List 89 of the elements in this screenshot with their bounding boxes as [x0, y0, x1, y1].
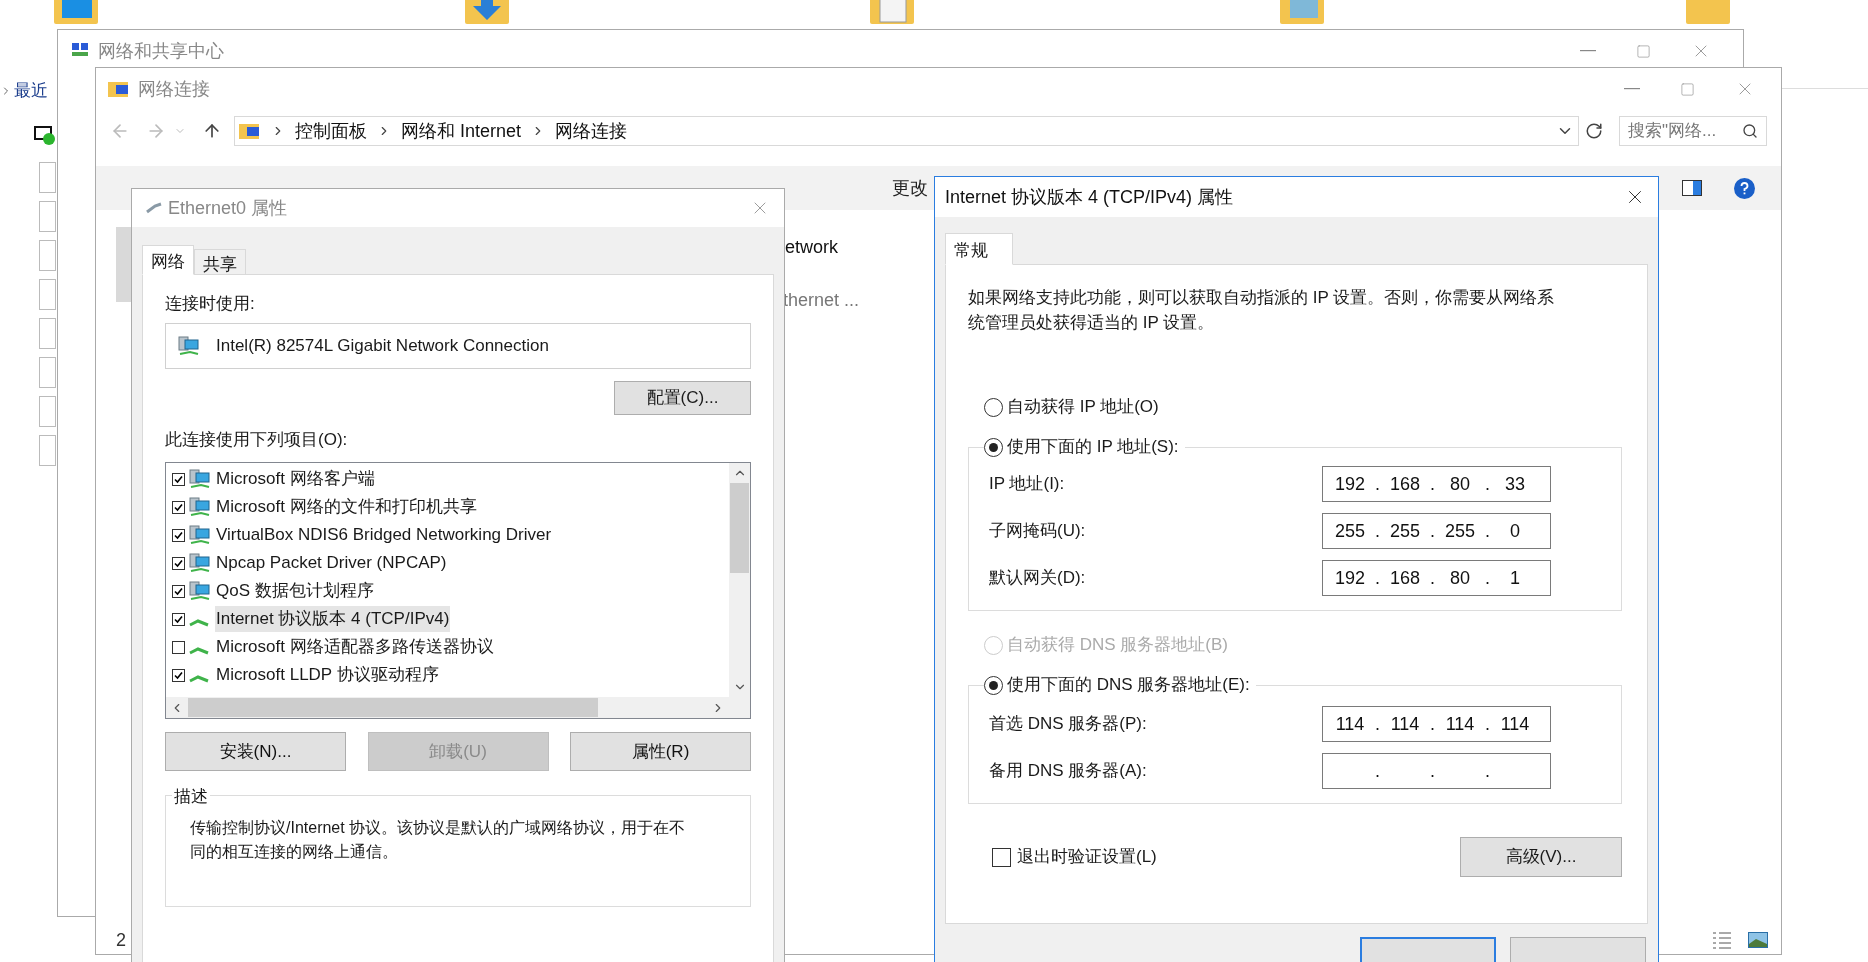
network-computer-icon: [189, 525, 211, 545]
dns-address-field[interactable]: 114 . 114 . 114 . 114: [1322, 706, 1551, 742]
maximize-icon: [1680, 81, 1695, 97]
help-icon[interactable]: [1734, 177, 1755, 199]
preview-pane-icon[interactable]: [1682, 180, 1702, 196]
network-computer-icon: [189, 553, 211, 573]
dns-address-field[interactable]: . . .: [1322, 753, 1551, 789]
configure-button[interactable]: 配置(C)...: [614, 380, 751, 415]
network-cable-icon: [146, 202, 162, 214]
dialog-title: Ethernet0 属性: [168, 196, 288, 220]
nav-item[interactable]: 最近: [14, 78, 48, 104]
checkbox[interactable]: [172, 528, 185, 542]
radio-button[interactable]: [984, 675, 1003, 695]
field-label: 备用 DNS 服务器(A):: [989, 760, 1147, 783]
network-cable-icon: [189, 647, 209, 655]
field-label: 首选 DNS 服务器(P):: [989, 713, 1147, 736]
status-item-count: 2: [116, 929, 126, 952]
checkbox[interactable]: [172, 584, 185, 598]
breadcrumb-item[interactable]: 控制面板: [295, 117, 367, 145]
option-label: 使用下面的 IP 地址(S):: [1007, 436, 1179, 459]
large-icons-view-icon[interactable]: [1748, 932, 1768, 948]
option-label: 自动获得 IP 地址(O): [1007, 396, 1159, 419]
network-computer-icon: [189, 581, 211, 601]
checkbox[interactable]: [172, 472, 185, 486]
tab[interactable]: 网络: [142, 245, 194, 275]
action-button[interactable]: 安装(N)...: [165, 732, 346, 771]
ip-address-field[interactable]: 255 . 255 . 255 . 0: [1322, 513, 1551, 549]
checkbox[interactable]: [992, 847, 1011, 867]
field-label: IP 地址(I):: [989, 473, 1065, 496]
ip-address-field[interactable]: 192 . 168 . 80 . 1: [1322, 560, 1551, 596]
tab[interactable]: 共享: [194, 249, 246, 275]
connection-name: etwork: [785, 236, 838, 259]
section-label: 此连接使用下列项目(O):: [165, 428, 349, 451]
scrollbar-thumb[interactable]: [188, 698, 598, 717]
search-field[interactable]: 搜索"网络...: [1619, 116, 1767, 146]
folder-icon: [1686, 0, 1730, 24]
connection-status: thernet ...: [783, 289, 860, 312]
window-title: 网络连接: [138, 77, 210, 101]
list-item[interactable]: Microsoft 网络的文件和打印机共享: [215, 494, 478, 520]
field-label: 子网掩码(U):: [989, 520, 1086, 543]
network-folder-icon: [239, 121, 261, 141]
intro-text: 如果网络支持此功能，则可以获取自动指派的 IP 设置。否则，你需要从网络系统管理员处获得适当的 IP 设置。: [968, 287, 1556, 334]
tab[interactable]: 常规: [945, 233, 1013, 265]
search-icon[interactable]: [1742, 123, 1758, 139]
list-item[interactable]: Npcap Packet Driver (NPCAP): [215, 550, 448, 576]
network-status-icon: [34, 124, 56, 146]
network-computer-icon: [189, 497, 211, 517]
breadcrumb-item[interactable]: 网络和 Internet: [401, 117, 522, 145]
list-item[interactable]: QoS 数据包计划程序: [215, 578, 375, 604]
checkbox[interactable]: [172, 500, 185, 514]
network-cable-icon: [189, 675, 209, 683]
option-label: 使用下面的 DNS 服务器地址(E):: [1007, 674, 1250, 697]
list-item[interactable]: Microsoft 网络客户端: [215, 466, 376, 492]
action-button[interactable]: 属性(R): [570, 732, 751, 771]
checkbox[interactable]: [172, 640, 185, 654]
section-label: 连接时使用:: [165, 293, 256, 315]
option-label: 自动获得 DNS 服务器地址(B): [1007, 634, 1228, 657]
list-item[interactable]: Microsoft 网络适配器多路传送器协议: [215, 634, 495, 660]
network-folder-icon: [108, 79, 130, 99]
toolbar-item[interactable]: 更改: [892, 174, 928, 202]
checkbox[interactable]: [172, 556, 185, 570]
network-cable-icon: [189, 619, 209, 627]
radio-button[interactable]: [984, 397, 1003, 417]
checkbox-label: 退出时验证设置(L): [1017, 846, 1157, 869]
list-item[interactable]: Internet 协议版本 4 (TCP/IPv4): [215, 606, 451, 632]
radio-button[interactable]: [984, 437, 1003, 457]
list-item[interactable]: VirtualBox NDIS6 Bridged Networking Driver: [215, 522, 553, 548]
ip-address-field[interactable]: 192 . 168 . 80 . 33: [1322, 466, 1551, 502]
address-bar[interactable]: 控制面板 网络和 Internet 网络连接: [234, 116, 1579, 146]
advanced-button[interactable]: 高级(V)...: [1460, 837, 1622, 877]
network-computer-icon: [178, 335, 200, 356]
minimize-icon: [1624, 88, 1640, 90]
minimize-icon: [1580, 50, 1596, 52]
network-computer-icon: [189, 469, 211, 489]
description-text: 传输控制协议/Internet 协议。该协议是默认的广域网络协议，用于在不同的相互连接的网络上通信。: [190, 818, 687, 862]
maximize-icon: [1636, 43, 1651, 59]
scrollbar-thumb[interactable]: [730, 483, 749, 573]
field-label: 默认网关(D):: [989, 567, 1086, 590]
adapter-field: Intel(R) 82574L Gigabit Network Connection: [165, 322, 751, 369]
checkbox[interactable]: [172, 612, 185, 626]
breadcrumb-item[interactable]: 网络连接: [555, 117, 628, 145]
folder-icon: [465, 0, 509, 24]
checkbox[interactable]: [172, 668, 185, 682]
folder-icon: [1280, 0, 1324, 24]
window-title: 网络和共享中心: [98, 39, 224, 63]
refresh-icon[interactable]: [1585, 122, 1603, 140]
folder-icon: [54, 0, 98, 24]
dialog-title: Internet 协议版本 4 (TCP/IPv4) 属性: [945, 185, 1234, 209]
list-item[interactable]: Microsoft LLDP 协议驱动程序: [215, 662, 440, 688]
